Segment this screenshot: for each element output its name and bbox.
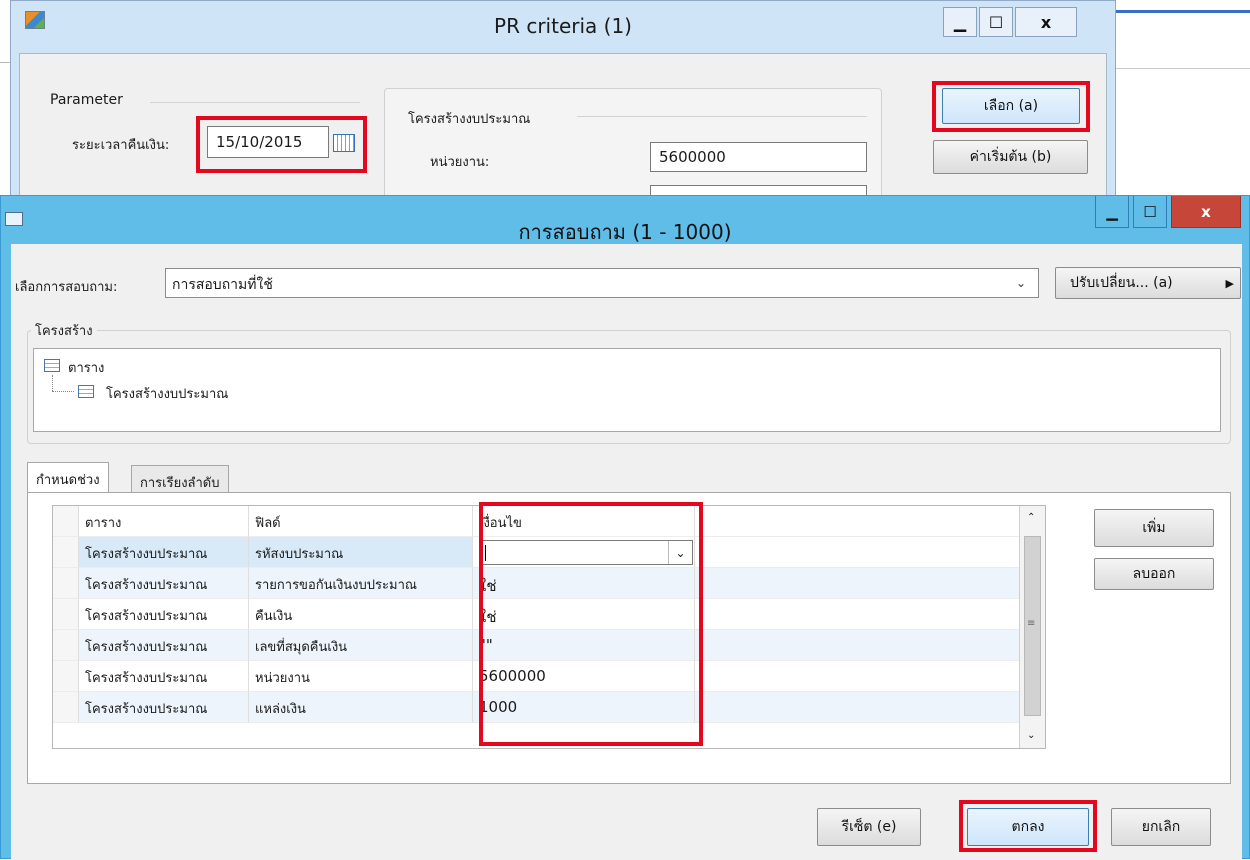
tree-child-label[interactable]: โครงสร้างงบประมาณ [106,383,228,404]
row-selector[interactable] [53,537,79,568]
close-button[interactable]: x [1015,7,1077,37]
modify-button-label: ปรับเปลี่ยน... (a) [1070,275,1173,291]
tree-connector-horizontal [52,391,74,392]
row-table[interactable]: โครงสร้างงบประมาณ [79,568,249,599]
unit-label: หน่วยงาน: [430,155,490,170]
row-selector[interactable] [53,599,79,630]
select-query-label: เลือกการสอบถาม: [15,280,118,295]
minimize-icon: ▁ [1106,202,1118,221]
range-tab-panel: ตาราง ฟิลด์ เงื่อนไข โครงสร้างงบประมาณ ร… [27,492,1231,784]
scroll-down-icon[interactable]: ⌄ [1027,730,1035,741]
select-query-value: การสอบถามที่ใช้ [172,277,273,293]
row-selector[interactable] [53,568,79,599]
grid-header-table[interactable]: ตาราง [79,506,249,537]
budget-table-icon [78,385,94,398]
query-minimize-button[interactable]: ▁ [1095,196,1129,228]
remove-button[interactable]: ลบออก [1094,558,1214,590]
grid-header-filler [695,506,1045,537]
scrollbar-grip-icon: ≡ [1027,618,1036,629]
row-table[interactable]: โครงสร้างงบประมาณ [79,630,249,661]
close-icon: x [1040,12,1052,32]
table-tree-icon [44,359,60,372]
tab-range[interactable]: กำหนดช่วง [27,462,109,493]
triangle-right-icon: ▶ [1225,276,1234,290]
row-field[interactable]: คืนเงิน [249,599,473,630]
add-button[interactable]: เพิ่ม [1094,509,1214,547]
maximize-icon: ☐ [1143,202,1157,221]
tab-sorting[interactable]: การเรียงลำดับ [131,465,229,493]
budget-structure-label: โครงสร้างงบประมาณ [408,112,531,127]
background-window-divider [1115,68,1250,69]
row-table[interactable]: โครงสร้างงบประมาณ [79,537,249,568]
maximize-icon: ☐ [988,12,1004,32]
criteria-highlight [479,502,703,746]
row-selector[interactable] [53,692,79,723]
row-field[interactable]: รายการขอกันเงินงบประมาณ [249,568,473,599]
row-filler [695,630,1045,661]
budget-structure-line [577,116,867,117]
grid-scrollbar[interactable]: ⌃ ≡ ⌄ [1019,506,1045,748]
grid-header-selector [53,506,79,537]
row-field[interactable]: รหัสงบประมาณ [249,537,473,568]
default-button[interactable]: ค่าเริ่มต้น (b) [933,140,1088,174]
reset-button[interactable]: รีเซ็ต (e) [817,808,921,846]
modify-button[interactable]: ปรับเปลี่ยน... (a) ▶ [1055,267,1241,299]
calendar-icon[interactable] [333,134,355,152]
close-icon: x [1201,202,1211,221]
ok-button[interactable]: ตกลง [967,808,1089,846]
tree-root-label[interactable]: ตาราง [68,357,104,378]
row-field[interactable]: หน่วยงาน [249,661,473,692]
refund-date-input[interactable]: 15/10/2015 [207,126,329,158]
query-window-body: เลือกการสอบถาม: การสอบถามที่ใช้ ⌄ ปรับเป… [11,244,1242,860]
row-field[interactable]: เลขที่สมุดคืนเงิน [249,630,473,661]
select-query-dropdown[interactable]: การสอบถามที่ใช้ [165,268,1039,298]
parameter-group-line [150,102,360,103]
scroll-up-icon[interactable]: ⌃ [1027,512,1035,523]
select-button[interactable]: เลือก (a) [942,88,1080,124]
refund-period-label: ระยะเวลาคืนเงิน: [72,138,170,153]
tree-connector-vertical [52,375,53,391]
row-table[interactable]: โครงสร้างงบประมาณ [79,599,249,630]
cancel-button[interactable]: ยกเลิก [1111,808,1211,846]
structure-tree[interactable]: ตาราง โครงสร้างงบประมาณ [33,348,1221,432]
background-window-strip [1115,10,1250,13]
row-table[interactable]: โครงสร้างงบประมาณ [79,661,249,692]
row-selector[interactable] [53,661,79,692]
minimize-button[interactable]: ▁ [943,7,977,37]
row-filler [695,661,1045,692]
row-table[interactable]: โครงสร้างงบประมาณ [79,692,249,723]
row-selector[interactable] [53,630,79,661]
pr-criteria-title-bar: PR criteria (1) ▁ ☐ x [11,1,1115,51]
structure-group-label: โครงสร้าง [31,320,97,341]
query-maximize-button[interactable]: ☐ [1133,196,1167,228]
row-filler [695,568,1045,599]
pr-criteria-body: Parameter ระยะเวลาคืนเงิน: 15/10/2015 โค… [19,53,1107,205]
row-filler [695,537,1045,568]
query-window: การสอบถาม (1 - 1000) ▁ ☐ x เลือกการสอบถา… [0,195,1250,860]
unit-field[interactable]: 5600000 [650,142,867,172]
row-filler [695,692,1045,723]
chevron-down-icon[interactable]: ⌄ [1016,276,1026,290]
row-filler [695,599,1045,630]
pr-criteria-window: PR criteria (1) ▁ ☐ x Parameter ระยะเวลา… [10,0,1116,205]
grid-header-field[interactable]: ฟิลด์ [249,506,473,537]
query-close-button[interactable]: x [1171,196,1241,228]
maximize-button[interactable]: ☐ [979,7,1013,37]
minimize-icon: ▁ [953,12,967,32]
row-field[interactable]: แหล่งเงิน [249,692,473,723]
parameter-group-label: Parameter [50,92,123,108]
